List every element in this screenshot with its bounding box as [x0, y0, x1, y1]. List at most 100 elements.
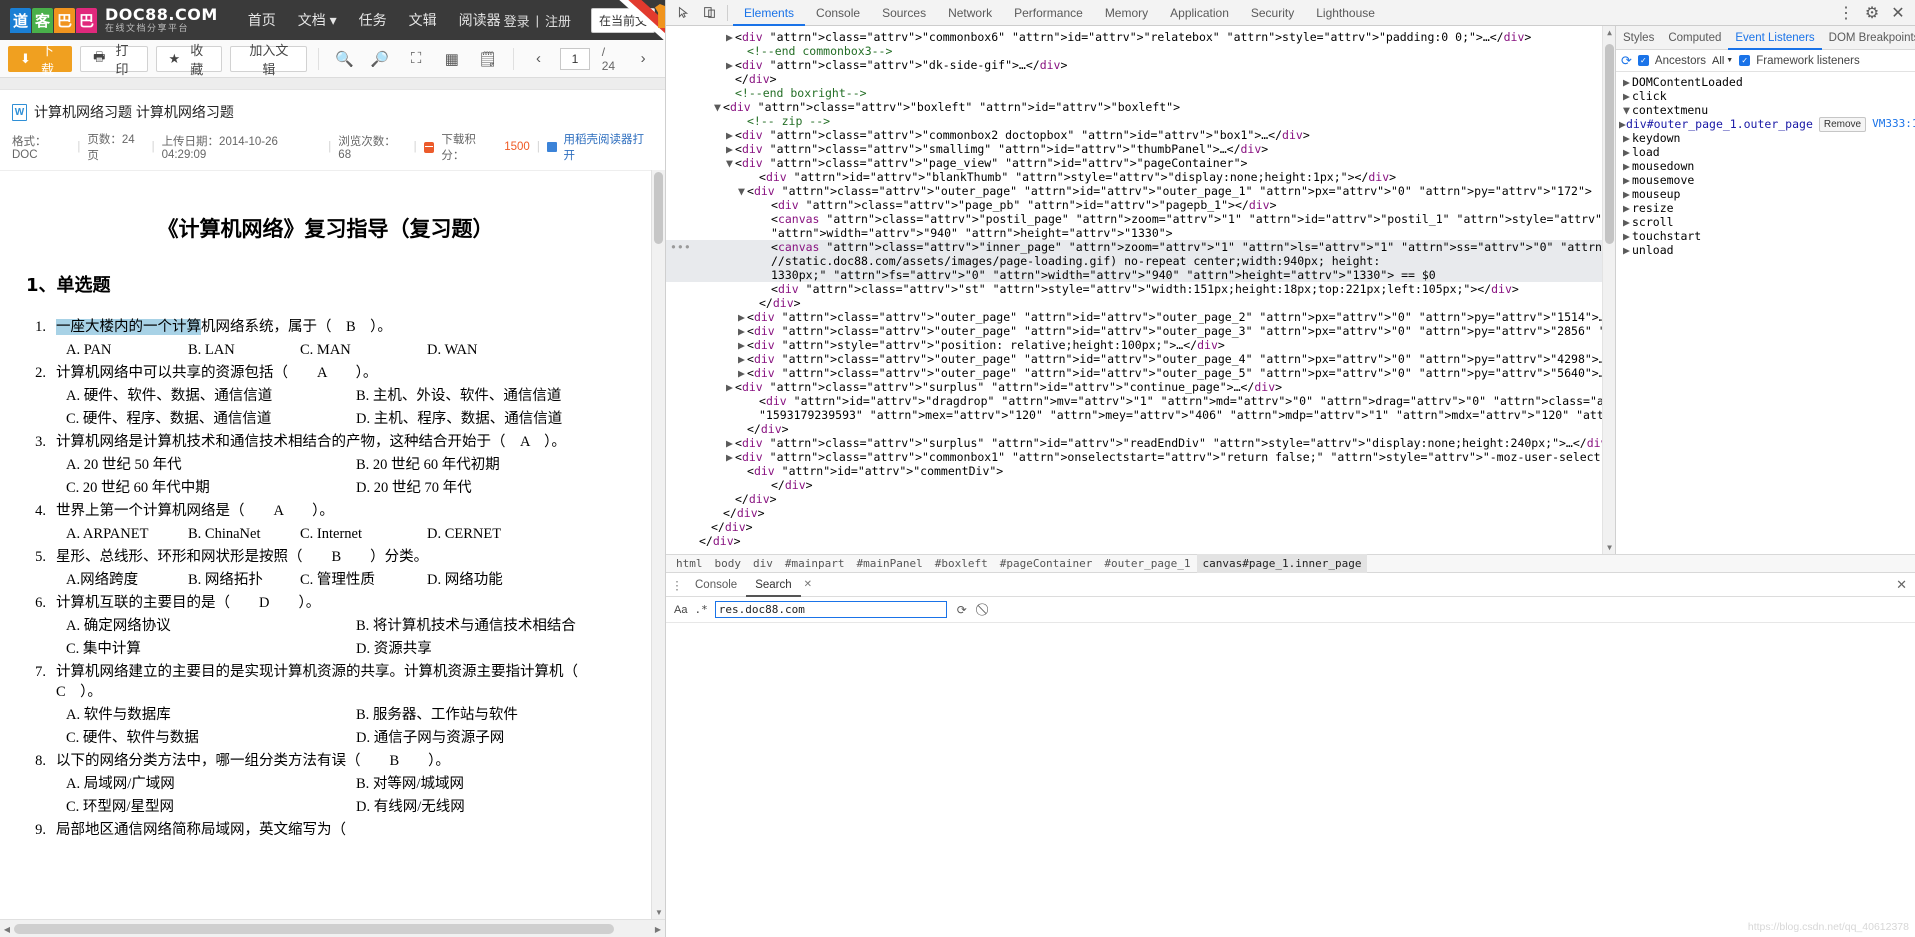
dom-node-line[interactable]: ▼ <div "attrn">class="attrv">"outer_page"…: [666, 184, 1602, 198]
dom-node-line[interactable]: ▶ <div "attrn">class="attrv">"dk-side-gif…: [666, 58, 1602, 72]
dom-node-line[interactable]: ••• <canvas "attrn">class="attrv">"inner_…: [666, 240, 1602, 254]
nav-item-documents[interactable]: 文档 ▾: [298, 10, 337, 30]
tab-memory[interactable]: Memory: [1094, 0, 1159, 26]
dom-node-line[interactable]: </div>: [666, 506, 1602, 520]
more-vertical-icon[interactable]: ⋮: [1833, 1, 1859, 25]
listener-source-link[interactable]: VM333:1: [1872, 117, 1915, 131]
dom-node-line[interactable]: "1593179239593" "attrn">mex="attrv">"120…: [666, 408, 1602, 422]
breadcrumb-item[interactable]: html: [670, 554, 709, 573]
drawer-more-icon[interactable]: ⋮: [668, 578, 686, 592]
register-link[interactable]: 注册: [545, 11, 571, 30]
dom-node-line[interactable]: <div "attrn">class="attrv">"page_pb" "at…: [666, 198, 1602, 212]
event-listener-row[interactable]: ▶ touchstart: [1619, 229, 1915, 243]
dom-scroll-thumb[interactable]: [1605, 44, 1614, 244]
drawer-close-icon[interactable]: ✕: [1896, 577, 1907, 593]
download-button[interactable]: ⬇ 下载: [8, 43, 73, 77]
dom-node-line[interactable]: //static.doc88.com/assets/images/page-lo…: [666, 254, 1602, 268]
nav-item-collections[interactable]: 文辑: [409, 10, 437, 30]
dom-node-line[interactable]: <div "attrn">id="attrv">"dragdrop" "attr…: [666, 394, 1602, 408]
breadcrumb-item[interactable]: #mainPanel: [850, 554, 928, 573]
tab-sources[interactable]: Sources: [871, 0, 937, 26]
inspect-element-icon[interactable]: [670, 1, 696, 25]
note-icon[interactable]: 🗒: [474, 46, 502, 72]
zoom-in-icon[interactable]: 🔍: [330, 46, 358, 72]
ancestors-checkbox[interactable]: ✓: [1637, 55, 1649, 66]
next-page-icon[interactable]: ›: [629, 46, 657, 72]
tab-lighthouse[interactable]: Lighthouse: [1305, 0, 1386, 26]
scroll-right-arrow[interactable]: ▶: [651, 920, 665, 937]
event-listener-row[interactable]: ▶ unload: [1619, 243, 1915, 257]
remove-listener-button[interactable]: Remove: [1818, 116, 1867, 132]
dom-node-line[interactable]: ▶ <div "attrn">class="attrv">"outer_page"…: [666, 352, 1602, 366]
event-listener-row[interactable]: ▼ contextmenu: [1619, 103, 1915, 117]
dom-scroll-down-arrow[interactable]: ▼: [1603, 541, 1616, 554]
open-in-current-window-button[interactable]: 在当前文: [590, 7, 655, 33]
scroll-left-arrow[interactable]: ◀: [0, 920, 14, 937]
dom-node-line[interactable]: <div "attrn">id="attrv">"blankThumb" "at…: [666, 170, 1602, 184]
tab-styles[interactable]: Styles: [1616, 26, 1661, 50]
thumbnail-grid-icon[interactable]: ▦: [438, 46, 466, 72]
refresh-search-icon[interactable]: ⟳: [954, 602, 970, 618]
device-toolbar-icon[interactable]: [696, 1, 722, 25]
dom-node-line[interactable]: ▶ <div "attrn">class="attrv">"surplus" "a…: [666, 436, 1602, 450]
dom-node-line[interactable]: ▼ <div "attrn">class="attrv">"page_view" …: [666, 156, 1602, 170]
dom-node-line[interactable]: ▶ <div "attrn">class="attrv">"commonbox1"…: [666, 450, 1602, 464]
dom-node-line[interactable]: <!--end boxright-->: [666, 86, 1602, 100]
tab-elements[interactable]: Elements: [733, 0, 805, 26]
dom-node-line[interactable]: ▶ <div "attrn">class="attrv">"smallimg" "…: [666, 142, 1602, 156]
tab-security[interactable]: Security: [1240, 0, 1305, 26]
framework-listeners-checkbox[interactable]: ✓: [1739, 55, 1751, 66]
dom-scroll-up-arrow[interactable]: ▲: [1603, 26, 1616, 39]
dom-node-line[interactable]: </div>: [666, 478, 1602, 492]
zoom-out-icon[interactable]: 🔍: [366, 46, 394, 72]
tab-dom-breakpoints[interactable]: DOM Breakpoints: [1822, 26, 1915, 50]
drawer-tab-close-icon[interactable]: ✕: [804, 579, 812, 590]
event-listener-row[interactable]: ▶ click: [1619, 89, 1915, 103]
document-viewer[interactable]: 《计算机网络》复习指导（复习题） 1、单选题 1. 一座大楼内的一个计算机网络系…: [0, 170, 651, 919]
dom-node-line[interactable]: </div>: [666, 296, 1602, 310]
dom-node-line[interactable]: </div>: [666, 72, 1602, 86]
event-listener-row[interactable]: ▶ mousedown: [1619, 159, 1915, 173]
event-listeners-list[interactable]: ▶ DOMContentLoaded ▶ click ▼ contextmenu ▶ div#…: [1616, 72, 1915, 554]
settings-gear-icon[interactable]: ⚙: [1859, 1, 1885, 25]
tab-application[interactable]: Application: [1159, 0, 1240, 26]
add-to-collection-button[interactable]: 加入文辑: [230, 43, 308, 77]
breadcrumb-item[interactable]: #boxleft: [929, 554, 994, 573]
breadcrumb-item[interactable]: body: [709, 554, 748, 573]
login-link[interactable]: 登录: [504, 11, 530, 30]
match-case-toggle[interactable]: Aa: [674, 604, 687, 616]
dom-tree-scrollbar[interactable]: ▲ ▼: [1602, 26, 1615, 554]
refresh-icon[interactable]: ⟳: [1621, 53, 1632, 69]
dom-node-line[interactable]: <!-- zip -->: [666, 114, 1602, 128]
event-listener-row[interactable]: ▶ mousemove: [1619, 173, 1915, 187]
clear-search-icon[interactable]: ⃠: [977, 602, 993, 618]
dom-node-line[interactable]: 1330px;" "attrn">fs="attrv">"0" "attrn">…: [666, 268, 1602, 282]
dom-node-line[interactable]: </div>: [666, 520, 1602, 534]
breadcrumb-item[interactable]: #pageContainer: [994, 554, 1099, 573]
open-in-reader-link[interactable]: 用稻壳阅读器打开: [564, 131, 653, 163]
breadcrumb-item[interactable]: canvas#page_1.inner_page: [1196, 554, 1368, 573]
breadcrumb-item[interactable]: div: [747, 554, 779, 573]
drawer-tab-search[interactable]: Search: [746, 573, 800, 597]
nav-item-home[interactable]: 首页: [248, 10, 276, 30]
fullscreen-icon[interactable]: ⛶: [402, 46, 430, 72]
close-icon[interactable]: ✕: [1885, 1, 1911, 25]
event-listener-row[interactable]: ▶ div#outer_page_1.outer_page Remove VM333:…: [1619, 116, 1915, 132]
nav-item-tasks[interactable]: 任务: [359, 10, 387, 30]
dom-node-line[interactable]: </div>: [666, 492, 1602, 506]
tab-console[interactable]: Console: [805, 0, 871, 26]
breadcrumb-item[interactable]: #outer_page_1: [1098, 554, 1196, 573]
dom-node-line[interactable]: </div>: [666, 422, 1602, 436]
regex-toggle[interactable]: .*: [694, 603, 707, 616]
breadcrumb-item[interactable]: #mainpart: [779, 554, 851, 573]
dom-node-line[interactable]: ▶ <div "attrn">class="attrv">"commonbox2 …: [666, 128, 1602, 142]
dom-node-line[interactable]: ▶ <div "attrn">class="attrv">"commonbox6"…: [666, 30, 1602, 44]
vertical-scroll-thumb[interactable]: [654, 172, 663, 244]
dom-node-line[interactable]: ▶ <div "attrn">class="attrv">"outer_page"…: [666, 366, 1602, 380]
dom-node-line[interactable]: ▶ <div "attrn">class="attrv">"surplus" "a…: [666, 380, 1602, 394]
page-number-input[interactable]: 1: [560, 47, 590, 70]
document-horizontal-scrollbar[interactable]: ◀ ▶: [0, 919, 665, 937]
tab-computed[interactable]: Computed: [1661, 26, 1728, 50]
document-vertical-scrollbar[interactable]: ▲ ▼: [651, 170, 665, 919]
drawer-tab-console[interactable]: Console: [686, 573, 746, 597]
